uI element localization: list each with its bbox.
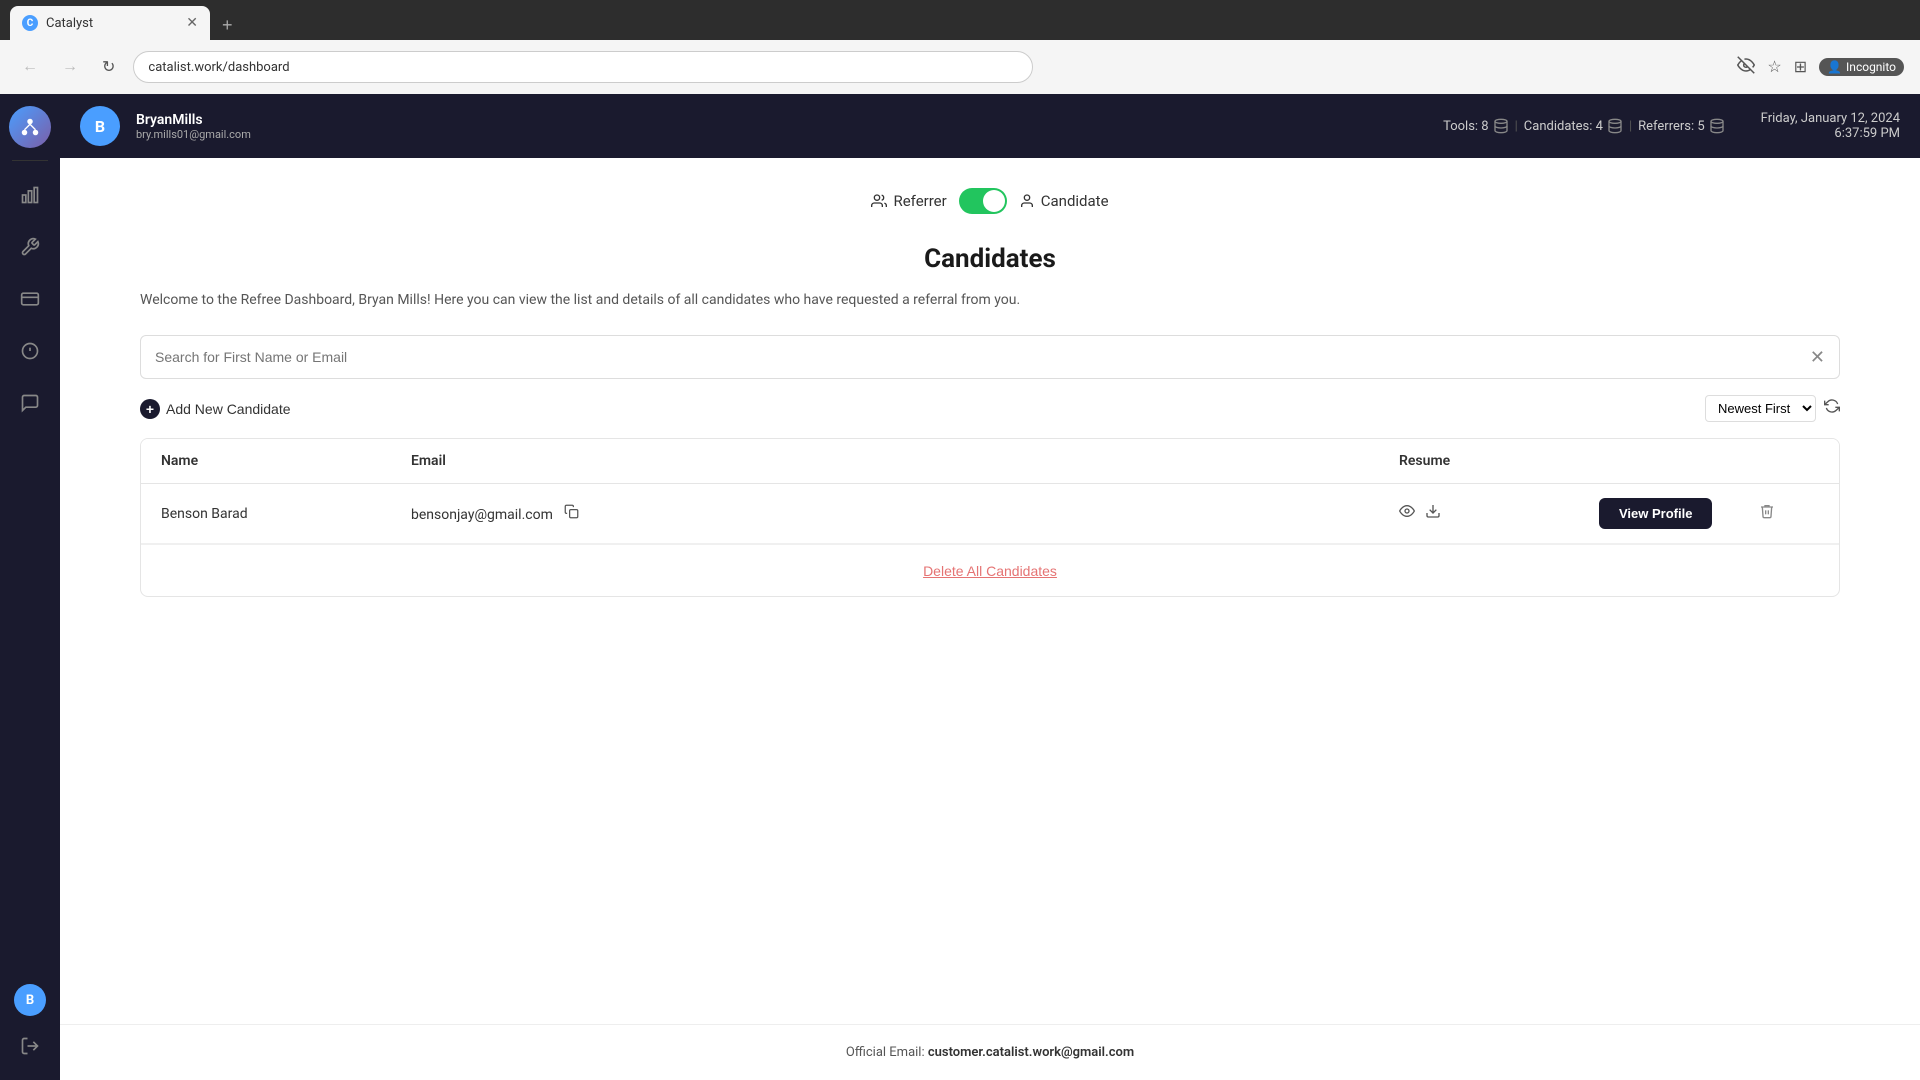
url-text: catalist.work/dashboard xyxy=(148,60,289,75)
candidates-label: Candidates: 4 xyxy=(1524,119,1603,134)
topbar-time: 6:37:59 PM xyxy=(1761,126,1900,141)
delete-candidate-button[interactable] xyxy=(1759,503,1775,524)
table-row: Benson Barad bensonjay@gmail.com xyxy=(141,484,1839,544)
refresh-button[interactable]: ↻ xyxy=(96,53,121,81)
topbar-username: BryanMills xyxy=(136,112,251,128)
candidate-name: Benson Barad xyxy=(161,506,411,522)
sort-controls: Newest First Oldest First A-Z Z-A xyxy=(1705,395,1840,422)
address-bar[interactable]: catalist.work/dashboard xyxy=(133,51,1033,83)
page-subtitle: Welcome to the Refree Dashboard, Bryan M… xyxy=(140,290,1180,311)
sidebar: B xyxy=(0,94,60,1080)
topbar: B BryanMills bry.mills01@gmail.com Tools… xyxy=(60,94,1920,158)
sidebar-divider xyxy=(12,160,48,161)
search-clear-button[interactable]: ✕ xyxy=(1810,347,1825,368)
candidate-email: bensonjay@gmail.com xyxy=(411,504,1399,524)
col-delete xyxy=(1759,453,1819,469)
sidebar-item-billing[interactable] xyxy=(8,277,52,321)
topbar-user-info: BryanMills bry.mills01@gmail.com xyxy=(136,112,251,141)
back-button[interactable]: ← xyxy=(16,54,44,80)
topbar-datetime: Friday, January 12, 2024 6:37:59 PM xyxy=(1761,111,1900,141)
col-name: Name xyxy=(161,453,411,469)
main-content: B BryanMills bry.mills01@gmail.com Tools… xyxy=(60,94,1920,1080)
search-bar: ✕ xyxy=(140,335,1840,379)
page-title: Candidates xyxy=(140,244,1840,274)
copy-email-button[interactable] xyxy=(564,504,579,524)
view-profile-cell: View Profile xyxy=(1599,498,1759,529)
forward-button[interactable]: → xyxy=(56,54,84,80)
download-resume-button[interactable] xyxy=(1425,503,1441,524)
tools-label: Tools: 8 xyxy=(1443,119,1489,134)
refresh-sort-button[interactable] xyxy=(1824,398,1840,419)
sidebar-item-messages[interactable] xyxy=(8,381,52,425)
view-toggle-row: Referrer Candidate xyxy=(140,188,1840,214)
candidates-table: Name Email Resume Benson Barad bensonjay… xyxy=(140,438,1840,597)
view-resume-button[interactable] xyxy=(1399,503,1415,524)
tools-stat: Tools: 8 xyxy=(1443,118,1509,134)
resume-actions xyxy=(1399,503,1599,524)
sidebar-item-analytics[interactable] xyxy=(8,173,52,217)
sidebar-logout-button[interactable] xyxy=(8,1024,52,1068)
new-tab-button[interactable]: + xyxy=(214,11,241,40)
sidebar-user-avatar[interactable]: B xyxy=(14,984,46,1016)
view-profile-button[interactable]: View Profile xyxy=(1599,498,1712,529)
referrers-label: Referrers: 5 xyxy=(1638,119,1705,134)
col-email: Email xyxy=(411,453,1399,469)
eye-slash-icon[interactable] xyxy=(1737,56,1755,79)
referrers-stat: Referrers: 5 xyxy=(1638,118,1725,134)
sidebar-item-tools[interactable] xyxy=(8,225,52,269)
topbar-email: bry.mills01@gmail.com xyxy=(136,128,251,141)
tab-title: Catalyst xyxy=(46,16,178,31)
topbar-date: Friday, January 12, 2024 xyxy=(1761,111,1900,126)
tab-close-button[interactable]: ✕ xyxy=(186,15,198,31)
topbar-avatar: B xyxy=(80,106,120,146)
delete-candidate-cell xyxy=(1759,503,1819,524)
sidebar-logo[interactable] xyxy=(9,106,51,148)
incognito-label: Incognito xyxy=(1846,60,1896,74)
footer-email: customer.catalist.work@gmail.com xyxy=(928,1045,1134,1060)
delete-all-row: Delete All Candidates xyxy=(141,544,1839,596)
topbar-stats: Tools: 8 | Candidates: 4 | Referrers: 5 xyxy=(1443,118,1725,134)
footer: Official Email: customer.catalist.work@g… xyxy=(60,1024,1920,1080)
add-candidate-label: Add New Candidate xyxy=(166,401,291,417)
col-action xyxy=(1599,453,1759,469)
add-candidate-button[interactable]: + Add New Candidate xyxy=(140,399,291,419)
star-icon[interactable]: ☆ xyxy=(1767,57,1781,77)
candidates-toolbar: + Add New Candidate Newest First Oldest … xyxy=(140,395,1840,422)
delete-all-button[interactable]: Delete All Candidates xyxy=(923,563,1057,579)
active-tab[interactable]: C Catalyst ✕ xyxy=(10,6,210,40)
add-icon: + xyxy=(140,399,160,419)
candidate-label: Candidate xyxy=(1019,192,1109,210)
candidates-stat: Candidates: 4 xyxy=(1524,118,1623,134)
footer-label: Official Email: xyxy=(846,1045,925,1060)
search-input[interactable] xyxy=(155,349,1810,365)
incognito-badge: 👤 Incognito xyxy=(1819,58,1904,76)
sort-select[interactable]: Newest First Oldest First A-Z Z-A xyxy=(1705,395,1816,422)
sidebar-toggle-icon[interactable]: ⊞ xyxy=(1794,57,1807,77)
table-header: Name Email Resume xyxy=(141,439,1839,484)
sidebar-item-ideas[interactable] xyxy=(8,329,52,373)
view-toggle-switch[interactable] xyxy=(959,188,1007,214)
content-area: Referrer Candidate Candidates Welcome to… xyxy=(60,158,1920,1024)
tab-favicon: C xyxy=(22,15,38,31)
col-resume: Resume xyxy=(1399,453,1599,469)
referrer-label: Referrer xyxy=(871,192,946,210)
toggle-knob xyxy=(983,190,1005,212)
